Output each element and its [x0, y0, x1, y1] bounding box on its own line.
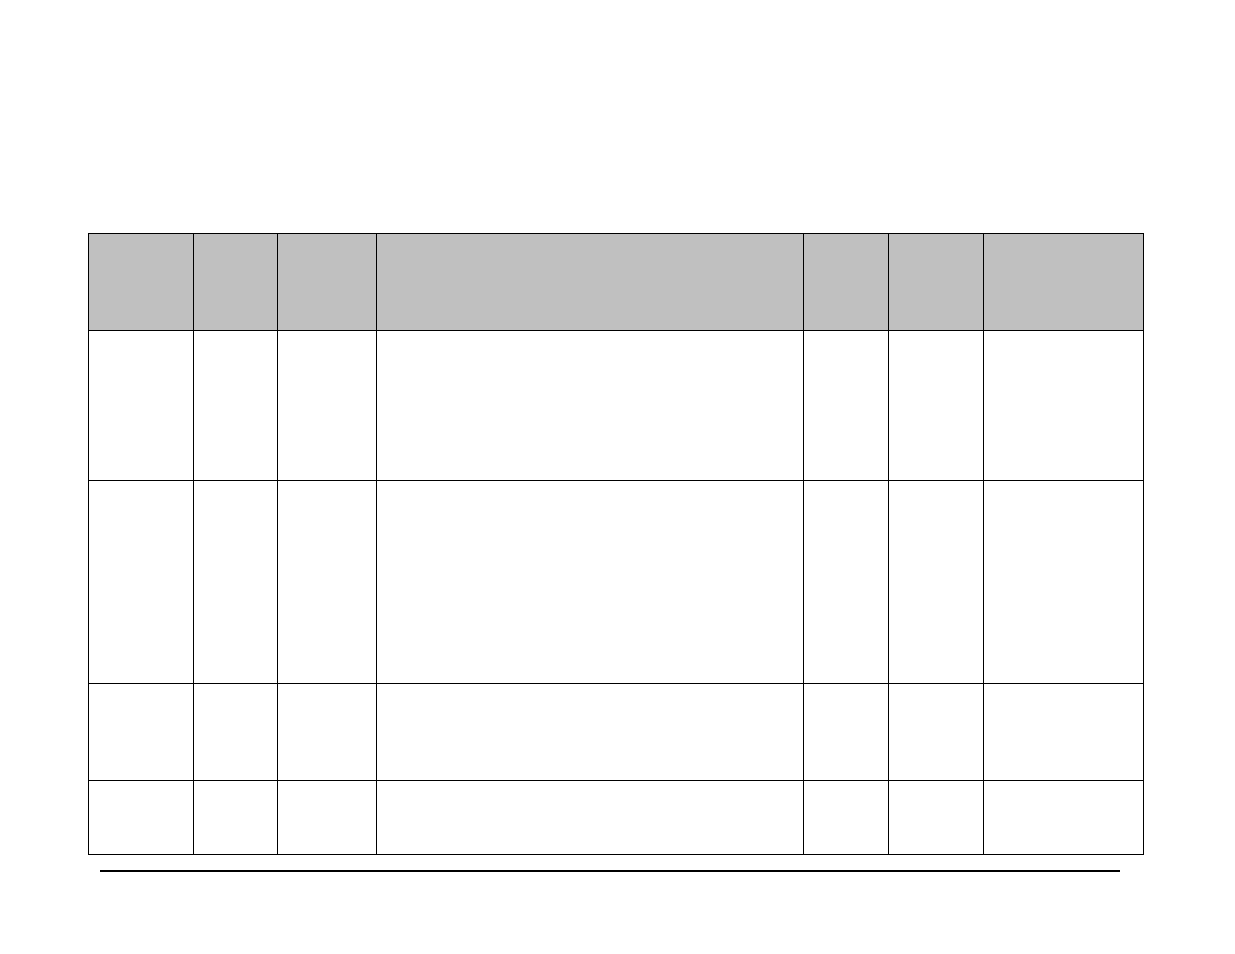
page: { "table": { "headers": ["", "", "", "",… — [0, 0, 1235, 954]
table-row — [89, 684, 1144, 781]
cell — [278, 781, 377, 855]
cell — [194, 781, 278, 855]
table-header-row — [89, 234, 1144, 331]
cell — [89, 331, 194, 481]
col-header-5 — [804, 234, 889, 331]
cell — [984, 781, 1144, 855]
table-row — [89, 781, 1144, 855]
cell — [804, 331, 889, 481]
cell — [377, 331, 804, 481]
cell — [89, 684, 194, 781]
cell — [89, 781, 194, 855]
cell — [278, 331, 377, 481]
col-header-4 — [377, 234, 804, 331]
cell — [984, 481, 1144, 684]
cell — [889, 481, 984, 684]
cell — [377, 481, 804, 684]
data-table — [88, 233, 1144, 855]
cell — [89, 481, 194, 684]
col-header-2 — [194, 234, 278, 331]
cell — [804, 781, 889, 855]
cell — [377, 684, 804, 781]
cell — [804, 684, 889, 781]
cell — [194, 481, 278, 684]
cell — [278, 684, 377, 781]
horizontal-rule — [100, 870, 1120, 872]
cell — [984, 331, 1144, 481]
cell — [889, 331, 984, 481]
cell — [377, 781, 804, 855]
cell — [194, 684, 278, 781]
cell — [278, 481, 377, 684]
cell — [984, 684, 1144, 781]
cell — [194, 331, 278, 481]
cell — [889, 684, 984, 781]
col-header-6 — [889, 234, 984, 331]
cell — [889, 781, 984, 855]
table-row — [89, 481, 1144, 684]
col-header-1 — [89, 234, 194, 331]
col-header-7 — [984, 234, 1144, 331]
table-row — [89, 331, 1144, 481]
cell — [804, 481, 889, 684]
col-header-3 — [278, 234, 377, 331]
